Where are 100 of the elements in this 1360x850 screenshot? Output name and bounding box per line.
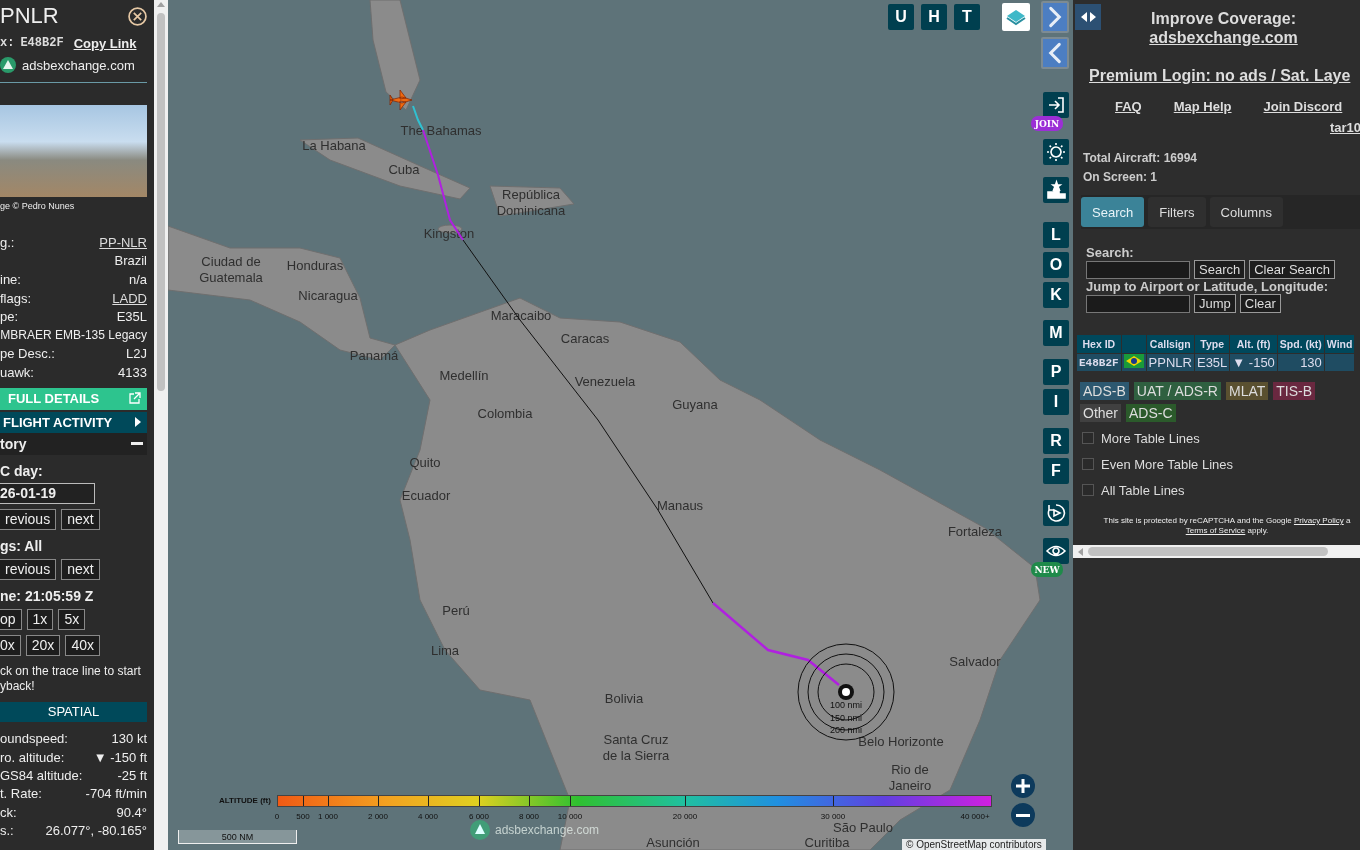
next-button[interactable]: next	[61, 558, 100, 580]
column-header: Type	[1194, 335, 1230, 353]
map-toggle-button[interactable]: U	[888, 4, 914, 30]
layers-button[interactable]	[1002, 3, 1030, 31]
search-field[interactable]	[1086, 260, 1190, 279]
podium-icon	[1045, 179, 1067, 201]
jump-label: Jump to Airport or Latitude, Longitude:	[1086, 279, 1330, 294]
column-header: Spd. (kt)	[1277, 335, 1324, 353]
clear-search-button[interactable]: Clear Search	[1249, 260, 1336, 279]
source-tag: ADS-C	[1126, 404, 1176, 422]
source-tag: ADS-B	[1080, 382, 1129, 400]
spatial-label: oundspeed:	[0, 731, 68, 747]
aircraft-position-marker[interactable]	[838, 684, 854, 700]
map-layer-button[interactable]: M	[1043, 320, 1069, 346]
map-toggle-button[interactable]: H	[921, 4, 947, 30]
help-link[interactable]: Join Discord	[1263, 99, 1343, 114]
replay-button[interactable]	[1043, 500, 1069, 526]
altitude-tick-label: 20 000	[672, 812, 698, 821]
coverage-link[interactable]: adsbexchange.com	[1149, 29, 1298, 47]
history-header[interactable]: tory	[0, 432, 147, 455]
checkbox[interactable]	[1082, 484, 1094, 496]
checkbox[interactable]	[1082, 458, 1094, 470]
detail-link[interactable]: PP-NLR	[99, 234, 147, 250]
privacy-policy-link[interactable]: Privacy Policy	[1293, 516, 1344, 525]
panel-toggle-button[interactable]	[1075, 4, 1101, 30]
premium-login-link[interactable]: Premium Login: no ads / Sat. Laye	[1089, 67, 1360, 85]
playback-button[interactable]: 20x	[25, 634, 61, 656]
previous-button[interactable]: revious	[0, 558, 57, 580]
date-field[interactable]: 26-01-19	[0, 482, 95, 504]
spatial-value: ▼ -150 ft	[93, 749, 147, 765]
detail-label: g.:	[0, 234, 15, 250]
panel-tab[interactable]: Columns	[1209, 197, 1283, 227]
panel-tab[interactable]: Search	[1081, 197, 1145, 227]
clear-button[interactable]: Clear	[1239, 294, 1281, 313]
on-screen-count: On Screen: 1	[1083, 169, 1159, 186]
search-button[interactable]: Search	[1194, 260, 1246, 279]
scroll-left-icon[interactable]	[1077, 546, 1084, 557]
podium-button[interactable]	[1043, 177, 1069, 203]
map-toggle-button[interactable]: T	[954, 4, 980, 30]
place-label: Santa Cruz de la Sierra	[601, 732, 671, 764]
panel-tab[interactable]: Filters	[1148, 197, 1206, 227]
map-layer-button[interactable]: F	[1043, 458, 1069, 484]
playback-button[interactable]: 5x	[58, 608, 86, 630]
place-label: São Paulo	[833, 820, 893, 836]
copy-link[interactable]: Copy Link	[73, 35, 137, 51]
time-label: ne: 21:05:59 Z	[0, 587, 95, 604]
option-label: All Table Lines	[1101, 482, 1185, 498]
next-panel-button[interactable]	[1041, 1, 1069, 33]
airplane-icon[interactable]	[389, 89, 413, 111]
column-header: Wind	[1324, 335, 1355, 353]
map-layer-button[interactable]: L	[1043, 222, 1069, 248]
spatial-value: 90.4°	[116, 804, 147, 820]
zoom-in-button[interactable]	[1011, 774, 1035, 798]
map-layer-button[interactable]: O	[1043, 252, 1069, 278]
source-tag: TIS-B	[1273, 382, 1316, 400]
scroll-up-icon[interactable]	[156, 0, 166, 10]
settings-icon	[1045, 141, 1067, 163]
help-link[interactable]: Map Help	[1173, 99, 1232, 114]
map-layer-button[interactable]: P	[1043, 359, 1069, 385]
playback-button[interactable]: 1x	[26, 608, 54, 630]
place-label: Quito	[409, 455, 441, 471]
detail-value: MBRAER EMB-135 Legacy	[0, 328, 147, 343]
plus-icon	[1016, 779, 1030, 793]
prev-panel-button[interactable]	[1041, 37, 1069, 69]
settings-button[interactable]	[1043, 139, 1069, 165]
map-attribution[interactable]: © OpenStreetMap contributors	[902, 839, 1046, 850]
terms-link[interactable]: Terms of Service	[1185, 526, 1246, 535]
jump-field[interactable]	[1086, 294, 1190, 313]
horizontal-scrollbar[interactable]	[1073, 545, 1360, 558]
place-label: Bolivia	[604, 691, 644, 707]
eye-button[interactable]	[1043, 538, 1069, 564]
flight-activity-bar[interactable]: FLIGHT ACTIVITY	[0, 411, 147, 433]
playback-button[interactable]: 40x	[65, 634, 100, 656]
place-label: Manaus	[656, 498, 704, 514]
map-layer-button[interactable]: K	[1043, 282, 1069, 308]
map-layer-button[interactable]: R	[1043, 428, 1069, 454]
altitude-tick-label: 2 000	[368, 812, 388, 821]
close-icon[interactable]	[128, 6, 147, 26]
place-label: Nicaragua	[298, 288, 358, 304]
playback-button[interactable]: op	[0, 608, 22, 630]
vertical-scrollbar[interactable]	[154, 0, 168, 850]
column-header: Hex ID	[1077, 335, 1121, 353]
checkbox[interactable]	[1082, 432, 1094, 444]
minus-icon	[1016, 813, 1030, 817]
next-button[interactable]: next	[61, 508, 100, 530]
previous-button[interactable]: revious	[0, 508, 57, 530]
map-layer-button[interactable]: I	[1043, 389, 1069, 415]
jump-button[interactable]: Jump	[1194, 294, 1236, 313]
spatial-label: t. Rate:	[0, 786, 42, 802]
playback-button[interactable]: 0x	[0, 634, 21, 656]
user-link[interactable]: tar10	[1330, 120, 1360, 135]
detail-link[interactable]: LADD	[112, 290, 147, 306]
help-link[interactable]: FAQ	[1115, 99, 1142, 114]
login-button[interactable]	[1043, 92, 1069, 118]
column-header: Callsign	[1146, 335, 1194, 353]
source-site: adsbexchange.com	[22, 57, 135, 73]
replay-icon	[1045, 502, 1067, 524]
spatial-value: 130 kt	[111, 731, 147, 747]
zoom-out-button[interactable]	[1011, 803, 1035, 827]
place-label: Lima	[430, 643, 460, 659]
